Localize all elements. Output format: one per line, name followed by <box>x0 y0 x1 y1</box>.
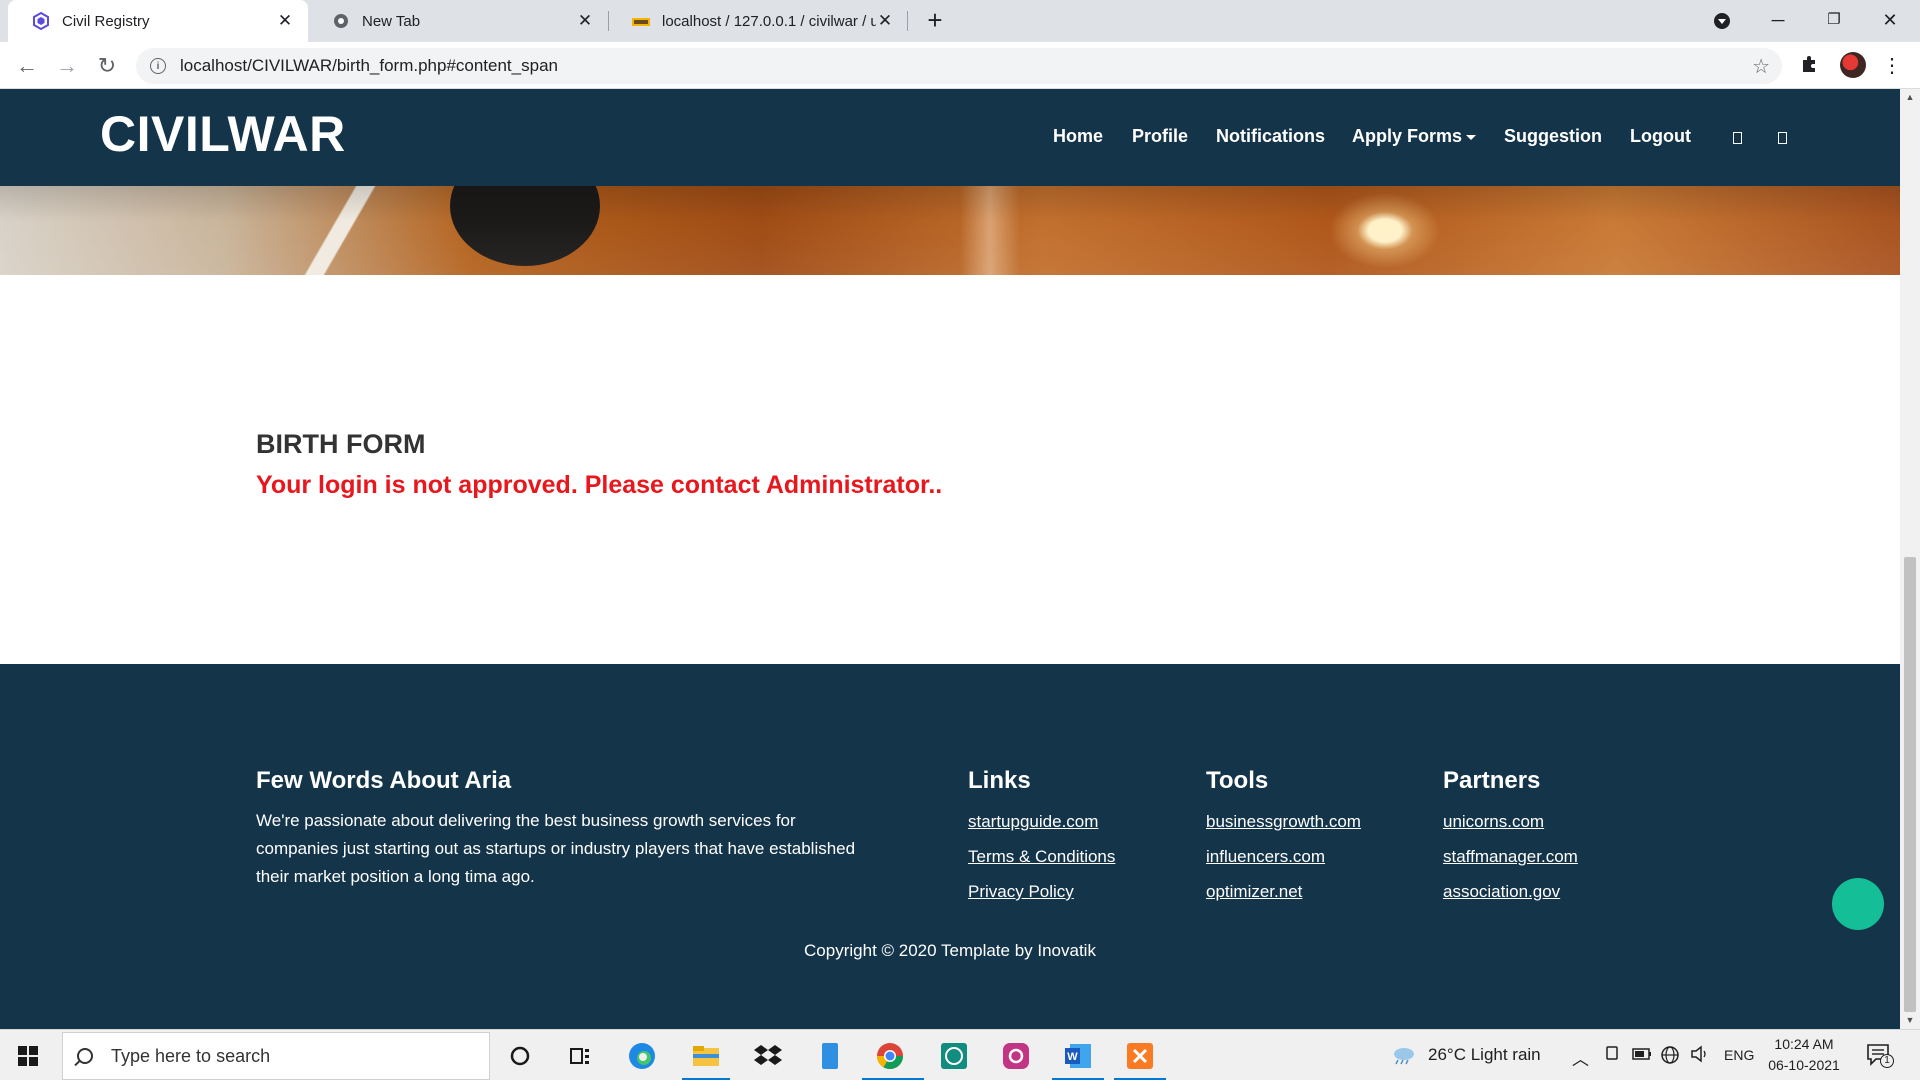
social-twitter-icon[interactable] <box>1778 132 1787 144</box>
cortana-icon[interactable] <box>502 1038 538 1074</box>
scroll-down-arrow-icon[interactable]: ▼ <box>1904 1014 1916 1026</box>
reload-icon[interactable]: ↻ <box>92 51 122 81</box>
back-to-top-button[interactable] <box>1832 878 1884 930</box>
site-info-icon[interactable]: i <box>150 58 166 74</box>
footer-link-unicorns[interactable]: unicorns.com <box>1443 812 1544 832</box>
taskbar-search-input[interactable]: Type here to search <box>62 1032 490 1080</box>
search-icon <box>77 1048 93 1064</box>
show-hidden-icons-chevron-icon[interactable]: ︿ <box>1572 1045 1589 1070</box>
browser-menu-icon[interactable]: ⋮ <box>1880 54 1904 78</box>
battery-icon[interactable] <box>1632 1045 1652 1065</box>
network-globe-icon[interactable] <box>1660 1045 1680 1070</box>
tab-civil-registry[interactable]: Civil Registry ✕ <box>8 0 308 42</box>
notification-count-badge: 1 <box>1880 1054 1894 1068</box>
instagram-icon[interactable] <box>998 1038 1034 1074</box>
scrollbar-thumb[interactable] <box>1904 557 1916 1012</box>
tab-phpmyadmin[interactable]: localhost / 127.0.0.1 / civilwar / u ✕ <box>608 0 908 42</box>
windows-taskbar: Type here to search W 26°C Light rain ︿ <box>0 1029 1920 1080</box>
file-explorer-icon[interactable] <box>688 1038 724 1074</box>
svg-text:W: W <box>1067 1051 1078 1063</box>
extensions-puzzle-icon[interactable] <box>1798 54 1822 78</box>
nav-home-link[interactable]: Home <box>1053 126 1103 147</box>
volume-icon[interactable] <box>1690 1045 1710 1068</box>
footer-link-optimizer[interactable]: optimizer.net <box>1206 882 1302 902</box>
nav-apply-forms-dropdown[interactable]: Apply Forms <box>1352 126 1477 147</box>
tab-separator <box>907 11 908 31</box>
tab-title: New Tab <box>362 12 421 30</box>
footer-links-title: Links <box>968 767 1031 794</box>
footer-copyright: Copyright © 2020 Template by Inovatik <box>804 941 1096 960</box>
footer-partners-title: Partners <box>1443 767 1541 794</box>
tab-search-icon[interactable] <box>1700 4 1744 36</box>
new-tab-button[interactable]: + <box>920 6 950 36</box>
back-arrow-icon[interactable]: ← <box>12 51 42 81</box>
nav-notifications-link[interactable]: Notifications <box>1216 126 1325 147</box>
error-message: Your login is not approved. Please conta… <box>256 471 943 499</box>
url-text: localhost/CIVILWAR/birth_form.php#conten… <box>180 56 558 75</box>
chrome-icon[interactable] <box>872 1038 908 1074</box>
chrome-favicon-icon <box>332 12 350 30</box>
dropdown-caret-icon <box>1466 134 1477 140</box>
clock-time: 10:24 AM <box>1774 1036 1834 1052</box>
phone-app-icon[interactable] <box>812 1038 848 1074</box>
minimize-button[interactable]: ─ <box>1756 4 1800 36</box>
word-icon[interactable]: W <box>1060 1038 1096 1074</box>
header-banner-image <box>0 186 1900 275</box>
social-facebook-icon[interactable] <box>1733 132 1742 144</box>
footer-tools-title: Tools <box>1206 767 1269 794</box>
nav-suggestion-link[interactable]: Suggestion <box>1504 126 1602 147</box>
close-tab-icon[interactable]: ✕ <box>576 11 594 30</box>
profile-avatar[interactable] <box>1840 52 1866 78</box>
site-brand-logo[interactable]: CIVILWAR <box>100 105 346 163</box>
weather-icon[interactable] <box>1390 1045 1416 1070</box>
restore-button[interactable]: ❐ <box>1812 4 1856 36</box>
address-bar[interactable]: i localhost/CIVILWAR/birth_form.php#cont… <box>136 48 1782 84</box>
scroll-up-arrow-icon[interactable]: ▲ <box>1904 91 1916 103</box>
page-scrollbar[interactable]: ▲ ▼ <box>1900 89 1920 1029</box>
nav-logout-link[interactable]: Logout <box>1630 126 1691 147</box>
nav-profile-link[interactable]: Profile <box>1132 126 1188 147</box>
browser-tab-strip: Civil Registry ✕ New Tab ✕ localhost / 1… <box>0 0 1920 42</box>
tab-title: Civil Registry <box>62 12 150 30</box>
footer-link-influencers[interactable]: influencers.com <box>1206 847 1325 867</box>
footer-link-terms[interactable]: Terms & Conditions <box>968 847 1115 867</box>
bookmark-star-icon[interactable]: ☆ <box>1752 54 1770 79</box>
footer-link-privacy[interactable]: Privacy Policy <box>968 882 1074 902</box>
banner-overlay <box>0 186 1900 275</box>
footer-link-startupguide[interactable]: startupguide.com <box>968 812 1098 832</box>
system-clock[interactable]: 10:24 AM 06-10-2021 <box>1768 1034 1840 1076</box>
close-window-button[interactable]: ✕ <box>1868 4 1912 36</box>
windows-start-icon[interactable] <box>18 1046 38 1066</box>
weather-text[interactable]: 26°C Light rain <box>1428 1045 1541 1065</box>
footer-link-association[interactable]: association.gov <box>1443 882 1560 902</box>
tab-title: localhost / 127.0.0.1 / civilwar / u <box>662 12 876 30</box>
device-icon[interactable] <box>1604 1045 1620 1066</box>
close-tab-icon[interactable]: ✕ <box>876 11 894 30</box>
site-footer: Few Words About Aria We're passionate ab… <box>0 664 1900 1029</box>
page-title: BIRTH FORM <box>256 429 426 459</box>
site-navbar: CIVILWAR Home Profile Notifications Appl… <box>0 89 1900 186</box>
notification-center-icon[interactable]: 1 <box>1866 1042 1894 1073</box>
apply-forms-label: Apply Forms <box>1352 126 1463 146</box>
forward-arrow-icon[interactable]: → <box>52 51 82 81</box>
tab-new-tab[interactable]: New Tab ✕ <box>308 0 608 42</box>
task-view-icon[interactable] <box>562 1038 598 1074</box>
footer-link-staffmanager[interactable]: staffmanager.com <box>1443 847 1578 867</box>
page-viewport: CIVILWAR Home Profile Notifications Appl… <box>0 89 1900 1029</box>
clock-date: 06-10-2021 <box>1768 1057 1840 1073</box>
close-tab-icon[interactable]: ✕ <box>276 11 294 30</box>
language-indicator[interactable]: ENG <box>1724 1047 1754 1063</box>
edge-browser-icon[interactable] <box>624 1038 660 1074</box>
whatsapp-icon[interactable] <box>936 1038 972 1074</box>
footer-about-title: Few Words About Aria <box>256 767 512 794</box>
footer-about-text: We're passionate about delivering the be… <box>256 811 856 886</box>
civil-registry-favicon-icon <box>32 12 50 30</box>
browser-toolbar: ← → ↻ i localhost/CIVILWAR/birth_form.ph… <box>0 42 1920 89</box>
footer-link-businessgrowth[interactable]: businessgrowth.com <box>1206 812 1361 832</box>
phpmyadmin-favicon-icon <box>632 12 650 30</box>
xampp-icon[interactable] <box>1122 1038 1158 1074</box>
dropbox-icon[interactable] <box>750 1038 786 1074</box>
taskbar-search-placeholder: Type here to search <box>111 1045 271 1066</box>
